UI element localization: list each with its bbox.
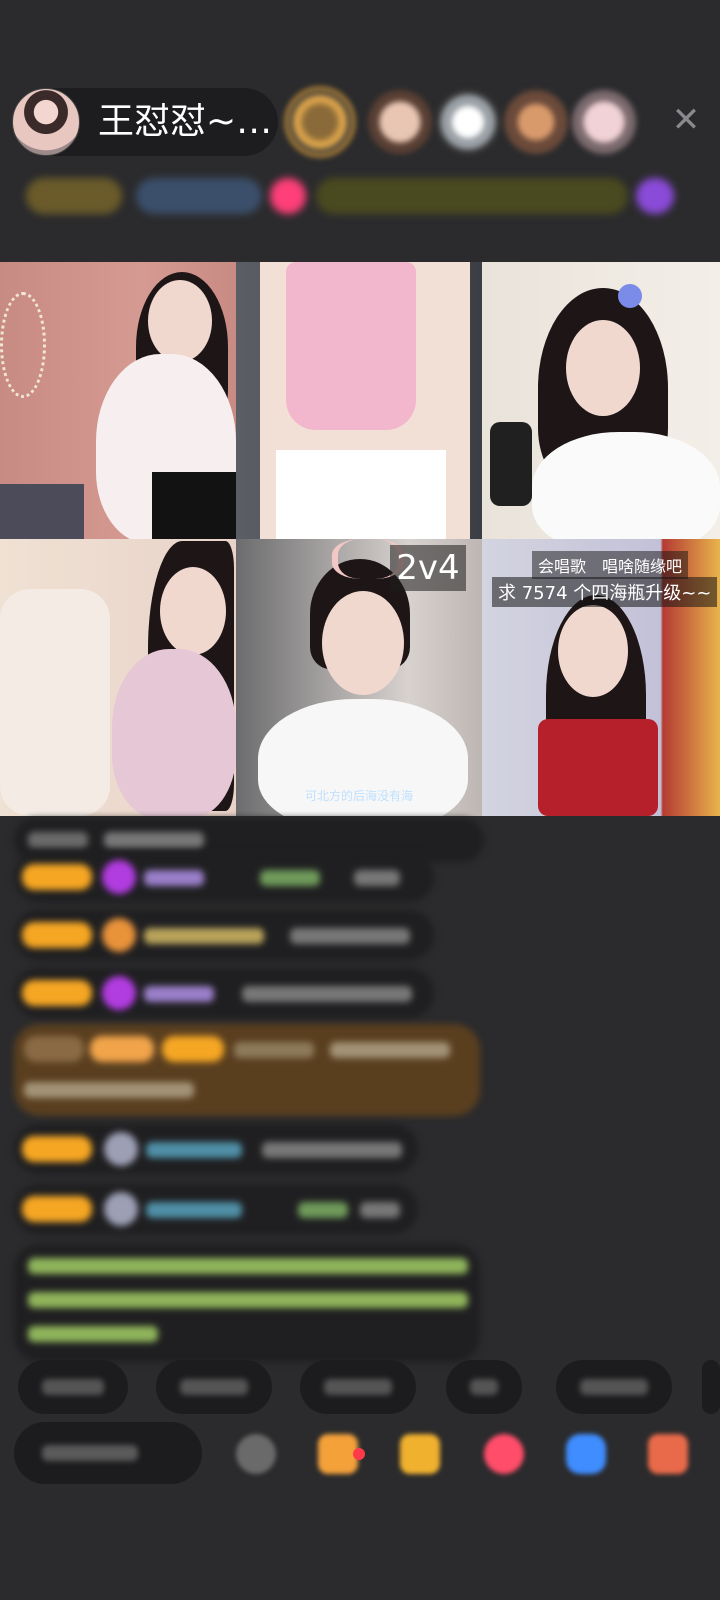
level-badge	[22, 1196, 92, 1222]
pk-video-grid: 2v4 可北方的后海没有海 会唱歌 唱啥随缘吧 求 7574 个四海瓶升级~~	[0, 262, 720, 816]
streamer-skirt	[152, 472, 236, 539]
flower-hairpin	[618, 284, 642, 308]
streamer-face	[558, 605, 628, 697]
video-tile-1[interactable]	[0, 262, 236, 539]
notification-dot	[353, 1448, 365, 1460]
chat-message-2[interactable]	[14, 852, 434, 902]
avatar	[102, 918, 136, 952]
chat-message-5[interactable]	[14, 1124, 418, 1174]
streamer-face	[322, 591, 404, 695]
avatar	[104, 1132, 138, 1166]
gift-message[interactable]	[14, 1024, 480, 1116]
gift-box-icon[interactable]	[318, 1434, 358, 1474]
emoji-icon[interactable]	[236, 1434, 276, 1474]
rank-chip-2[interactable]	[136, 178, 262, 214]
video-tile-5[interactable]: 2v4 可北方的后海没有海	[236, 539, 482, 816]
microphone-icon	[490, 422, 532, 506]
host-name: 王怼怼~…	[98, 101, 273, 142]
streamer-sticker-text: 会唱歌 唱啥随缘吧	[532, 551, 689, 579]
streamer-face	[160, 567, 226, 655]
diamond-icon	[102, 976, 136, 1010]
video-tile-2[interactable]	[236, 262, 482, 539]
video-tile-4[interactable]	[0, 539, 236, 816]
top-viewer-avatar-1[interactable]	[285, 87, 355, 157]
game-controller-icon[interactable]	[566, 1434, 606, 1474]
white-pants	[276, 450, 446, 539]
avatar	[104, 1192, 138, 1226]
streamer-face	[566, 320, 640, 416]
quick-reply-1[interactable]	[18, 1360, 128, 1414]
top-viewer-avatar-2[interactable]	[368, 90, 432, 154]
quick-reply-4[interactable]	[446, 1360, 522, 1414]
level-badge	[22, 1136, 92, 1162]
close-icon[interactable]: ✕	[664, 98, 708, 142]
gift-icon[interactable]	[636, 178, 674, 214]
treasure-icon[interactable]	[400, 1434, 440, 1474]
pk-mode-label: 2v4	[390, 545, 466, 591]
streamer-face	[148, 280, 212, 362]
quick-reply-3[interactable]	[300, 1360, 416, 1414]
rank-badge-row[interactable]	[20, 172, 700, 222]
streamer-body	[112, 649, 236, 816]
top-viewer-avatar-4[interactable]	[504, 90, 568, 154]
pink-top	[286, 262, 416, 430]
quick-reply-5[interactable]	[556, 1360, 672, 1414]
chat-message-4[interactable]	[14, 968, 434, 1018]
song-subtitle: 可北方的后海没有海	[304, 789, 413, 803]
chat-message-3[interactable]	[14, 910, 434, 960]
top-viewer-avatar-5[interactable]	[572, 90, 636, 154]
diamond-icon	[102, 860, 136, 894]
decor-dreamcatcher	[0, 292, 46, 398]
quick-reply-2[interactable]	[156, 1360, 272, 1414]
activity-banner[interactable]	[316, 178, 628, 214]
system-notice	[14, 1244, 480, 1362]
quick-reply-6[interactable]	[702, 1360, 720, 1414]
chat-message-6[interactable]	[14, 1184, 418, 1234]
level-badge	[22, 980, 92, 1006]
level-badge	[22, 864, 92, 890]
host-info-pill[interactable]: 王怼怼~…	[12, 88, 278, 156]
video-tile-6[interactable]: 会唱歌 唱啥随缘吧 求 7574 个四海瓶升级~~	[482, 539, 720, 816]
comment-input[interactable]	[14, 1422, 202, 1484]
video-tile-3[interactable]	[482, 262, 720, 539]
white-sweater	[532, 432, 720, 539]
heart-icon[interactable]	[270, 178, 306, 214]
heart-gift-icon[interactable]	[484, 1434, 524, 1474]
shelf	[0, 484, 84, 539]
red-top	[538, 719, 658, 816]
level-badge	[22, 922, 92, 948]
chair	[0, 589, 110, 816]
streamer-goal-text: 求 7574 个四海瓶升级~~	[492, 577, 718, 607]
top-viewer-avatar-3[interactable]	[436, 90, 500, 154]
host-avatar[interactable]	[12, 88, 80, 156]
rank-chip-1[interactable]	[26, 178, 122, 214]
more-icon[interactable]	[648, 1434, 688, 1474]
